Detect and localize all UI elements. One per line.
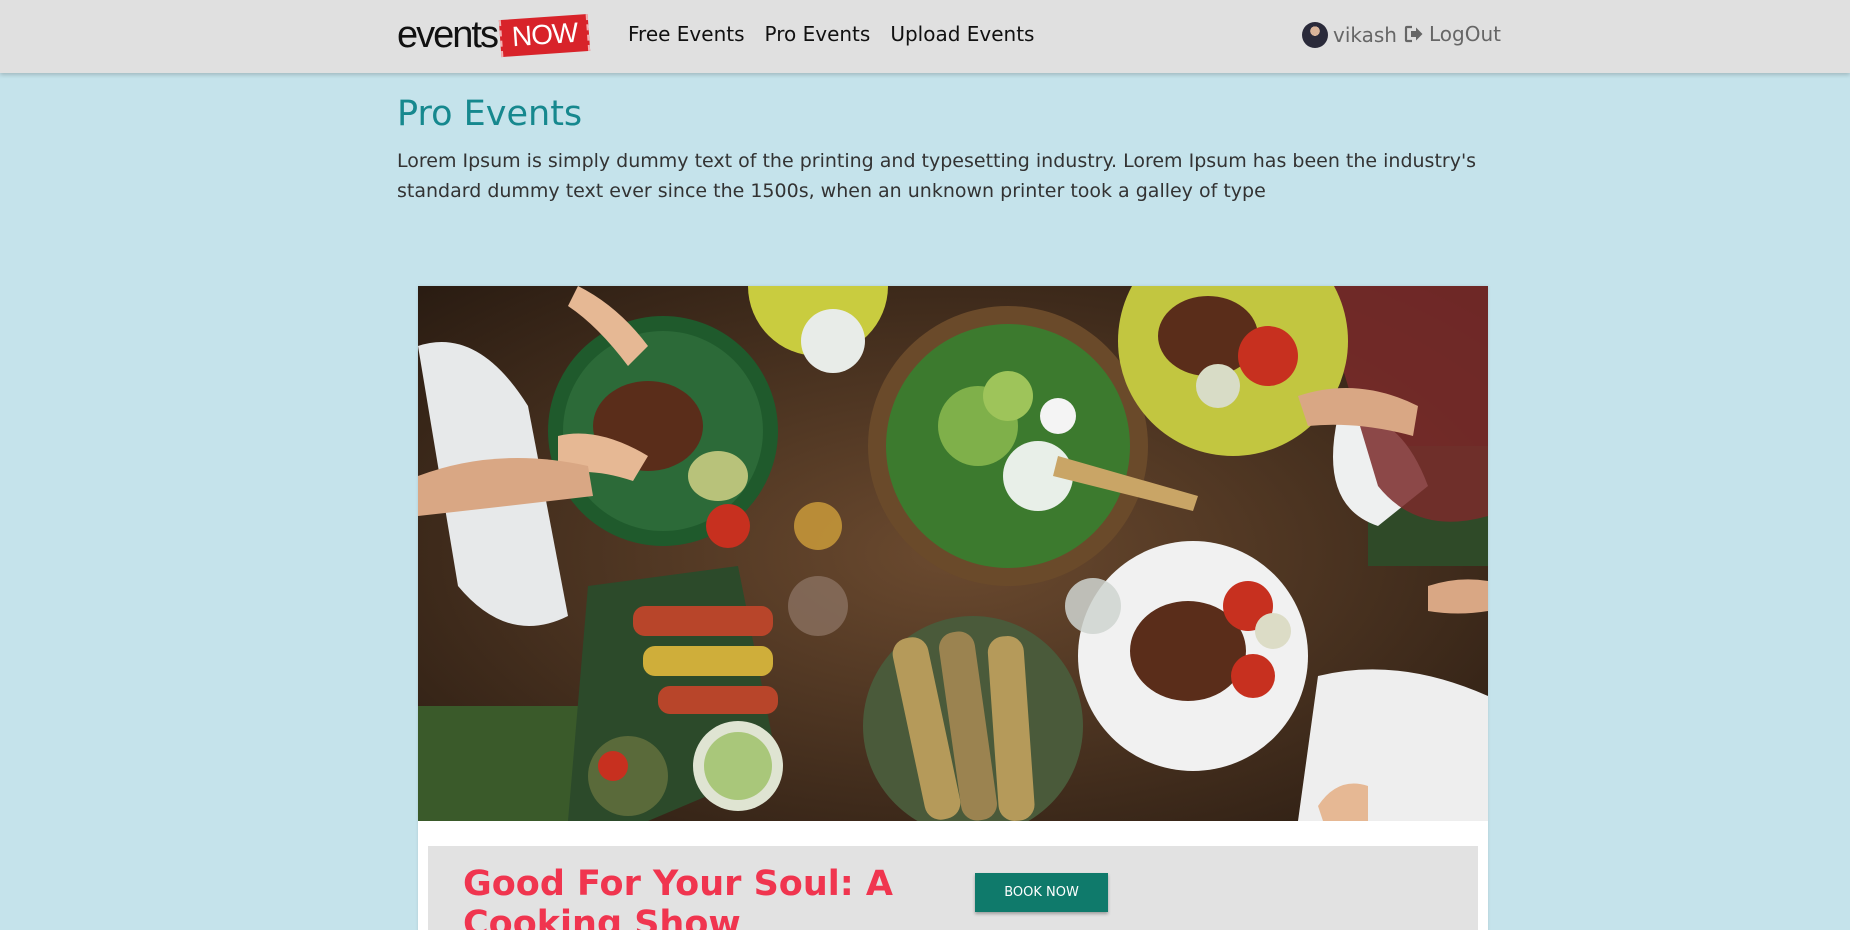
top-navbar: events NOW Free Events Pro Events Upload… bbox=[0, 0, 1850, 73]
logout-link[interactable]: LogOut bbox=[1404, 22, 1501, 46]
event-info-panel: Good For Your Soul: A Cooking Show BOOK … bbox=[428, 846, 1478, 930]
sign-out-icon bbox=[1404, 25, 1423, 43]
avatar bbox=[1302, 22, 1328, 48]
nav-pro-events[interactable]: Pro Events bbox=[765, 22, 871, 46]
event-image[interactable] bbox=[418, 286, 1488, 821]
nav-free-events[interactable]: Free Events bbox=[628, 22, 745, 46]
book-now-button[interactable]: BOOK NOW bbox=[975, 873, 1108, 912]
main-nav: Free Events Pro Events Upload Events bbox=[628, 22, 1034, 46]
events-now-logo[interactable]: events NOW bbox=[397, 12, 591, 58]
page-description: Lorem Ipsum is simply dummy text of the … bbox=[397, 150, 1477, 202]
logo-word: events bbox=[397, 14, 499, 56]
food-table-illustration bbox=[418, 286, 1488, 821]
nav-upload-events[interactable]: Upload Events bbox=[890, 22, 1034, 46]
event-title[interactable]: Good For Your Soul: A Cooking Show bbox=[463, 864, 963, 930]
logout-label: LogOut bbox=[1429, 22, 1501, 46]
user-menu[interactable]: vikash bbox=[1302, 22, 1397, 48]
page-title: Pro Events bbox=[397, 94, 583, 134]
event-card: Good For Your Soul: A Cooking Show BOOK … bbox=[418, 286, 1488, 930]
logo-now-ticket: NOW bbox=[498, 13, 591, 57]
user-name: vikash bbox=[1333, 23, 1397, 47]
